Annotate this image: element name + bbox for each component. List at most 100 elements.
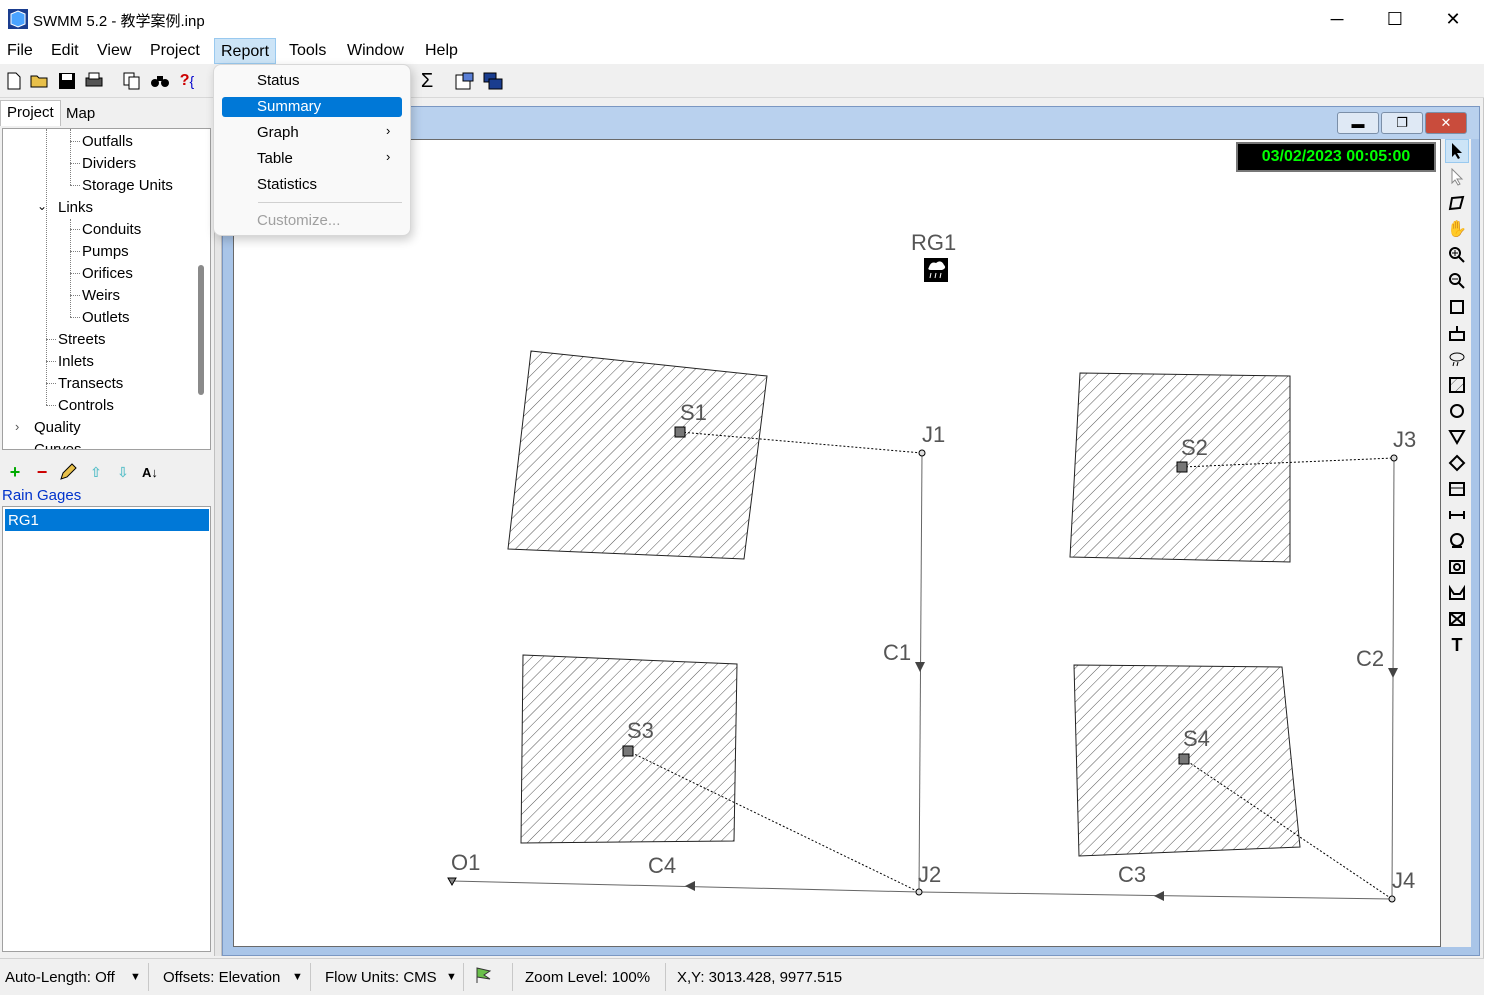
add-divider-icon[interactable]: [1445, 451, 1469, 475]
tree-item-conduits[interactable]: Conduits: [82, 221, 141, 238]
minimize-button[interactable]: ─: [1308, 4, 1366, 34]
tree-scrollbar[interactable]: [198, 265, 204, 395]
label-j2: J2: [918, 862, 941, 887]
options-icon[interactable]: [454, 70, 476, 92]
pan-hand-icon[interactable]: ✋: [1445, 217, 1469, 241]
maximize-button[interactable]: ☐: [1366, 4, 1424, 34]
select-object-icon[interactable]: [1445, 139, 1469, 163]
copy-icon[interactable]: [121, 70, 143, 92]
new-file-icon[interactable]: [3, 70, 25, 92]
tab-project[interactable]: Project: [0, 100, 61, 126]
edit-object-icon[interactable]: [57, 461, 79, 483]
map-restore-button[interactable]: ❐: [1381, 112, 1423, 134]
chevron-down-icon[interactable]: ▼: [130, 971, 141, 983]
tree-item-streets[interactable]: Streets: [58, 331, 106, 348]
conduit-c2[interactable]: [1391, 457, 1395, 900]
menu-edit[interactable]: Edit: [51, 42, 79, 60]
menu-item-statistics[interactable]: Statistics: [222, 175, 402, 195]
tree-item-outlets[interactable]: Outlets: [82, 309, 130, 326]
subcatchment-s1-centroid[interactable]: [674, 426, 686, 438]
junction-j4[interactable]: [1388, 895, 1396, 903]
tree-item-links[interactable]: Links: [58, 199, 93, 216]
menu-tools[interactable]: Tools: [289, 42, 326, 60]
menu-item-table[interactable]: Table: [222, 149, 402, 169]
tree-item-orifices[interactable]: Orifices: [82, 265, 133, 282]
add-outfall-icon[interactable]: [1445, 425, 1469, 449]
delete-object-icon[interactable]: −: [31, 461, 53, 483]
add-object-icon[interactable]: +: [4, 461, 26, 483]
query-icon[interactable]: ?{: [176, 70, 198, 92]
sort-icon[interactable]: A↓: [139, 461, 161, 483]
junction-j3[interactable]: [1390, 454, 1398, 462]
junction-j1[interactable]: [918, 449, 926, 457]
chevron-right-icon[interactable]: ›: [15, 419, 19, 434]
flow-units-status[interactable]: Flow Units: CMS: [325, 969, 437, 986]
add-weir-icon[interactable]: [1445, 581, 1469, 605]
menu-view[interactable]: View: [97, 42, 131, 60]
print-icon[interactable]: [83, 70, 105, 92]
junction-j2[interactable]: [915, 888, 923, 896]
list-item[interactable]: RG1: [5, 509, 209, 531]
tree-item-inlets[interactable]: Inlets: [58, 353, 94, 370]
add-junction-icon[interactable]: [1445, 399, 1469, 423]
cascade-windows-icon[interactable]: [482, 70, 504, 92]
tree-item-outfalls[interactable]: Outfalls: [82, 133, 133, 150]
zoom-level-status: Zoom Level: 100%: [525, 969, 651, 986]
tree-item-curves[interactable]: Curves: [34, 441, 82, 449]
chevron-down-icon[interactable]: ▼: [292, 971, 303, 983]
subcatchment-s2-centroid[interactable]: [1176, 461, 1188, 473]
report-menu-dropdown: Status Summary Graph › Table › Statistic…: [213, 64, 411, 236]
menu-item-graph[interactable]: Graph: [222, 123, 402, 143]
subcatchment-s3-centroid[interactable]: [622, 745, 634, 757]
tree-item-quality[interactable]: Quality: [34, 419, 81, 436]
map-close-button[interactable]: ✕: [1425, 112, 1467, 134]
zoom-out-icon[interactable]: [1445, 269, 1469, 293]
menu-help[interactable]: Help: [425, 42, 458, 60]
conduit-c1[interactable]: [918, 452, 923, 893]
select-region-icon[interactable]: [1445, 191, 1469, 215]
menu-project[interactable]: Project: [150, 42, 200, 60]
tree-item-dividers[interactable]: Dividers: [82, 155, 136, 172]
add-rain-gage-icon[interactable]: [1445, 321, 1469, 345]
add-subcatchment-cloud-icon[interactable]: [1445, 347, 1469, 371]
add-label-text-icon[interactable]: T: [1445, 633, 1469, 657]
map-minimize-button[interactable]: ▬: [1337, 112, 1379, 134]
label-s4: S4: [1183, 726, 1210, 751]
save-icon[interactable]: [56, 70, 78, 92]
tree-item-pumps[interactable]: Pumps: [82, 243, 129, 260]
statistics-sigma-icon[interactable]: Σ: [416, 70, 438, 92]
menu-item-status[interactable]: Status: [222, 71, 402, 91]
add-conduit-icon[interactable]: [1445, 503, 1469, 527]
tree-item-storage-units[interactable]: Storage Units: [82, 177, 173, 194]
add-storage-unit-icon[interactable]: [1445, 477, 1469, 501]
full-extent-icon[interactable]: [1445, 295, 1469, 319]
find-icon[interactable]: [149, 70, 171, 92]
subcatchment-s4-centroid[interactable]: [1178, 753, 1190, 765]
tree-item-controls[interactable]: Controls: [58, 397, 114, 414]
network-map[interactable]: RG1 S1 S2 S3 S4 J1 J2 J3 J4 O1 C1 C2 C3 …: [234, 140, 1440, 946]
move-up-icon[interactable]: ⇧: [85, 461, 107, 483]
auto-length-status[interactable]: Auto-Length: Off: [5, 969, 115, 986]
tab-map[interactable]: Map: [60, 102, 101, 128]
menu-file[interactable]: File: [7, 42, 33, 60]
add-subcatchment-icon[interactable]: [1445, 373, 1469, 397]
map-canvas[interactable]: 03/02/2023 00:05:00 RG1 S1 S2 S3 S4 J1 J…: [233, 139, 1441, 947]
offsets-status[interactable]: Offsets: Elevation: [163, 969, 280, 986]
add-orifice-icon[interactable]: [1445, 555, 1469, 579]
move-down-icon[interactable]: ⇩: [112, 461, 134, 483]
close-button[interactable]: ✕: [1424, 4, 1482, 34]
conduit-c4[interactable]: [451, 880, 920, 893]
subcatchment-s1[interactable]: [507, 350, 768, 560]
add-pump-icon[interactable]: [1445, 529, 1469, 553]
select-vertex-icon[interactable]: [1445, 165, 1469, 189]
menu-window[interactable]: Window: [347, 42, 404, 60]
chevron-down-icon[interactable]: ▼: [446, 971, 457, 983]
add-outlet-icon[interactable]: [1445, 607, 1469, 631]
menu-report[interactable]: Report: [214, 38, 277, 64]
open-folder-icon[interactable]: [29, 70, 51, 92]
tree-item-weirs[interactable]: Weirs: [82, 287, 120, 304]
tree-item-transects[interactable]: Transects: [58, 375, 123, 392]
rain-gage-rg1-icon[interactable]: [924, 258, 948, 282]
zoom-in-icon[interactable]: [1445, 243, 1469, 267]
menu-item-summary[interactable]: Summary: [222, 97, 402, 117]
